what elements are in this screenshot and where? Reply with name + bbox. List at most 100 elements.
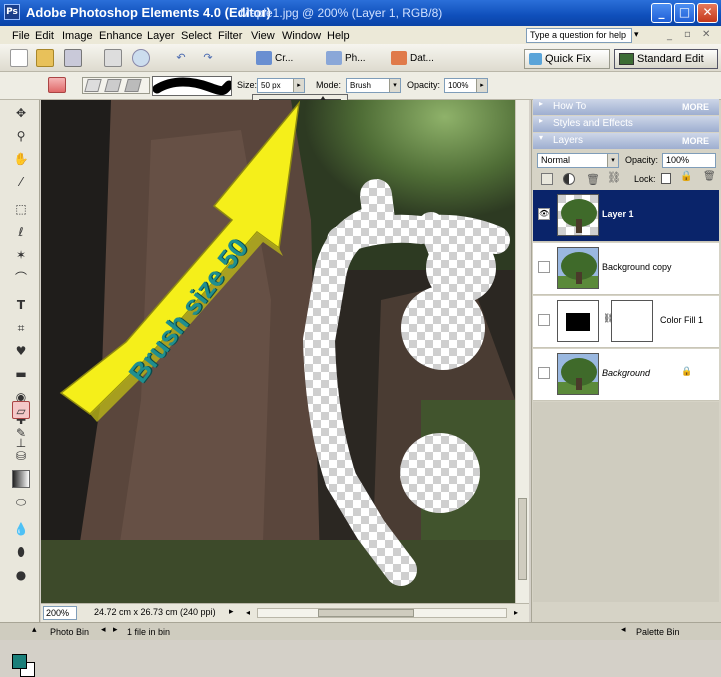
size-slider-arrow-icon[interactable]: ▸ xyxy=(293,79,304,92)
type-tool-icon[interactable]: T xyxy=(12,296,30,314)
visibility-box-icon[interactable] xyxy=(538,367,550,379)
menu-file[interactable]: File xyxy=(12,30,30,42)
menu-view[interactable]: View xyxy=(251,30,275,42)
hand-tool-icon[interactable]: ✋ xyxy=(12,150,30,168)
menu-select[interactable]: Select xyxy=(181,30,212,42)
open-folder-icon[interactable] xyxy=(36,49,54,67)
lasso-tool-icon[interactable]: ℓ xyxy=(12,223,30,241)
palette-bin-toggle-icon[interactable]: ◂ xyxy=(621,625,626,635)
vertical-scrollbar[interactable] xyxy=(515,100,529,603)
visibility-box-icon[interactable] xyxy=(538,314,550,326)
gradient-tool-icon[interactable] xyxy=(12,470,30,488)
maximize-button[interactable]: □ xyxy=(674,3,695,23)
blend-mode-arrow-icon[interactable]: ▾ xyxy=(607,154,618,167)
eraser-tool-selected-icon[interactable]: ▱ xyxy=(12,401,30,419)
eyedropper-tool-icon[interactable]: ⁄ xyxy=(12,173,30,191)
opacity-input[interactable]: 100% ▸ xyxy=(444,78,488,93)
layer-row-layer-1[interactable]: 👁 Layer 1 xyxy=(533,190,719,242)
scroll-left-icon[interactable]: ◂ xyxy=(241,606,255,620)
cookie-cutter-tool-icon[interactable]: ♥ xyxy=(12,342,30,360)
close-button[interactable]: ✕ xyxy=(697,3,718,23)
doc-close-icon[interactable]: ✕ xyxy=(702,29,710,40)
bin-prev-icon[interactable]: ◂ xyxy=(101,625,106,635)
move-tool-icon[interactable]: ✥ xyxy=(12,104,30,122)
new-layer-icon[interactable] xyxy=(541,173,553,185)
selection-brush-tool-icon[interactable]: ⌒ xyxy=(12,269,30,287)
brush-preview[interactable] xyxy=(152,76,232,96)
print-icon[interactable] xyxy=(104,49,122,67)
mode-dropdown-arrow-icon[interactable]: ▾ xyxy=(389,79,400,92)
lock-all-icon[interactable]: 🔒 xyxy=(680,171,692,182)
straighten-tool-icon[interactable]: ▬ xyxy=(12,365,30,383)
fill-color-swatch xyxy=(566,313,590,331)
undo-icon[interactable]: ↶ xyxy=(172,49,190,67)
menu-filter[interactable]: Filter xyxy=(218,30,242,42)
how-to-header[interactable]: ▸ How To MORE xyxy=(533,99,719,115)
marquee-tool-icon[interactable]: ⬚ xyxy=(12,200,30,218)
layer-row-color-fill-1[interactable]: ⛓ Color Fill 1 xyxy=(533,296,719,348)
menu-image[interactable]: Image xyxy=(62,30,93,42)
menu-help[interactable]: Help xyxy=(327,30,350,42)
scroll-right-icon[interactable]: ▸ xyxy=(509,606,523,620)
opacity-arrow-icon[interactable]: ▸ xyxy=(476,79,487,92)
paint-bucket-tool-icon[interactable]: ⛁ xyxy=(12,447,30,465)
layer-row-background[interactable]: Background 🔒 xyxy=(533,349,719,401)
online-services-icon[interactable] xyxy=(132,49,150,67)
magic-wand-tool-icon[interactable]: ✶ xyxy=(12,246,30,264)
help-search-input[interactable]: Type a question for help xyxy=(526,28,632,43)
new-file-icon[interactable] xyxy=(10,49,28,67)
eraser-tool-icon[interactable] xyxy=(48,77,66,93)
minimize-button[interactable]: _ xyxy=(651,3,672,23)
quick-fix-button[interactable]: Quick Fix xyxy=(524,49,610,69)
layer-opacity-input[interactable]: 100% xyxy=(662,153,716,168)
doc-restore-icon[interactable]: ▫ xyxy=(684,29,691,40)
redo-icon[interactable]: ↷ xyxy=(199,49,217,67)
photomerge-button[interactable]: Ph... xyxy=(326,49,366,68)
dodge-tool-icon[interactable]: ● xyxy=(12,566,30,584)
save-icon[interactable] xyxy=(64,49,82,67)
menu-edit[interactable]: Edit xyxy=(35,30,54,42)
shape-tool-icon[interactable]: ⬭ xyxy=(12,493,30,511)
layers-header[interactable]: ▾ Layers MORE xyxy=(533,133,719,149)
blend-mode-select[interactable]: Normal ▾ xyxy=(537,153,619,168)
create-button[interactable]: Cr... xyxy=(256,49,293,68)
styles-effects-header[interactable]: ▸ Styles and Effects xyxy=(533,116,719,132)
standard-edit-button[interactable]: Standard Edit xyxy=(614,49,718,69)
crop-tool-icon[interactable]: ⌗ xyxy=(12,319,30,337)
vertical-scroll-thumb[interactable] xyxy=(518,498,527,580)
bin-next-icon[interactable]: ▸ xyxy=(113,625,118,635)
brush-dropdown-arrow-icon[interactable]: ▾ xyxy=(222,84,226,92)
help-dropdown-arrow-icon[interactable]: ▾ xyxy=(634,28,648,43)
info-arrow-icon[interactable]: ▸ xyxy=(229,607,234,617)
delete-layer-icon[interactable]: 🗑 xyxy=(586,173,600,186)
lock-transparency-icon[interactable] xyxy=(661,173,671,184)
pencil-tool-icon[interactable]: ✎ xyxy=(12,424,30,442)
menu-window[interactable]: Window xyxy=(282,30,321,42)
delete-icon[interactable]: 🗑 xyxy=(703,171,716,182)
menu-enhance[interactable]: Enhance xyxy=(99,30,142,42)
layer-row-background-copy[interactable]: Background copy xyxy=(533,243,719,295)
how-to-more[interactable]: MORE xyxy=(682,99,709,115)
horizontal-scroll-thumb[interactable] xyxy=(318,609,414,617)
photo-bin-label[interactable]: Photo Bin xyxy=(50,627,89,637)
image-canvas[interactable]: Brush size 50 xyxy=(41,100,515,603)
blur-tool-icon[interactable]: 💧 xyxy=(12,520,30,538)
zoom-tool-icon[interactable]: ⚲ xyxy=(12,127,30,145)
sponge-tool-icon[interactable]: ⬮ xyxy=(12,543,30,561)
doc-minimize-icon[interactable]: _ xyxy=(667,30,672,41)
zoom-field[interactable]: 200% xyxy=(43,606,77,620)
date-view-button[interactable]: Dat... xyxy=(391,49,434,68)
mode-select[interactable]: Brush ▾ xyxy=(346,78,401,93)
foreground-color-swatch[interactable] xyxy=(12,654,27,669)
size-input[interactable]: 50 px ▸ xyxy=(257,78,305,93)
visibility-box-icon[interactable] xyxy=(538,261,550,273)
link-layers-icon[interactable]: ⛓ xyxy=(607,171,621,184)
opacity-label: Opacity: xyxy=(407,80,441,90)
photo-bin-toggle-icon[interactable]: ▴ xyxy=(32,625,37,635)
visibility-eye-icon[interactable]: 👁 xyxy=(538,208,550,220)
layers-more[interactable]: MORE xyxy=(682,133,709,149)
menu-layer[interactable]: Layer xyxy=(147,30,175,42)
palette-bin-label[interactable]: Palette Bin xyxy=(636,627,680,637)
horizontal-scrollbar[interactable] xyxy=(257,608,507,618)
adjustment-layer-icon[interactable] xyxy=(563,173,575,185)
